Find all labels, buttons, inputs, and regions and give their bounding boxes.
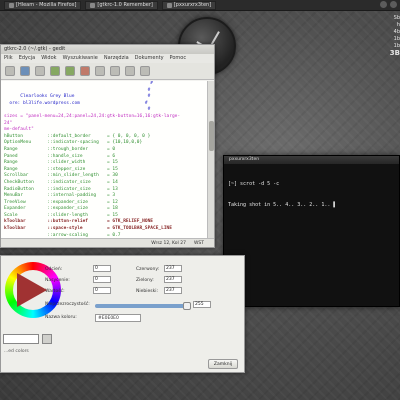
volume-icon[interactable] <box>390 1 397 8</box>
hue-spin[interactable]: 0 <box>93 265 111 272</box>
current-color-swatch <box>3 334 39 344</box>
monitor-line: 1b <box>393 36 400 42</box>
monitor-line: 4b <box>393 29 400 35</box>
top-panel: [Hleam - Mozilla Firefox] [gtkrc-1.0 Rem… <box>0 0 400 11</box>
menu-edit[interactable]: Edycja <box>19 54 36 63</box>
insert-mode: WST <box>193 241 204 246</box>
opacity-slider-knob[interactable] <box>183 302 191 310</box>
color-name-input[interactable]: #E0E0E0 <box>95 314 141 322</box>
blue-label: Niebieski: <box>136 289 158 294</box>
terminal-line: Taking shot in 5.. 4.. 3.. 2.. 1.. ▌ <box>228 202 337 208</box>
green-label: Zielony: <box>136 278 154 283</box>
hue-label: Odcień: <box>45 267 63 272</box>
new-file-button[interactable] <box>5 66 15 76</box>
code-line: Expander ::expander_size = 18 <box>4 206 118 212</box>
terminal-output[interactable]: [~] scrot -d 5 -c Taking shot in 5.. 4..… <box>224 164 399 226</box>
menu-help[interactable]: Pomoc <box>170 54 187 63</box>
code-line: Clearlooks Grey Blue # <box>4 94 151 100</box>
custom-colors-label: ...ed colors <box>4 349 29 354</box>
code-line: Range ::slider_width = 15 <box>4 160 118 166</box>
paste-button[interactable] <box>110 66 120 76</box>
network-icon[interactable] <box>380 1 387 8</box>
toolbar <box>1 63 214 80</box>
value-label: Wartość: <box>45 289 65 294</box>
code-line: me-default" <box>4 127 34 133</box>
statusbar: Wrsz 12, Kol 27 WST <box>1 238 214 247</box>
terminal-window[interactable]: pxxurxrx3ten [~] scrot -d 5 -c Taking sh… <box>223 155 400 307</box>
taskbar-label: [gtkrc-1.0 Remember] <box>97 2 153 8</box>
close-button[interactable]: Zamknij <box>208 359 238 369</box>
green-spin[interactable]: 237 <box>164 276 182 283</box>
opacity-slider[interactable] <box>95 302 191 310</box>
undo-button[interactable] <box>50 66 60 76</box>
saturation-label: Nasycenie: <box>45 278 70 283</box>
code-line: Range ::trough_border = 0 <box>4 146 116 152</box>
opacity-spin[interactable]: 255 <box>193 301 211 308</box>
taskbar-item-firefox[interactable]: [Hleam - Mozilla Firefox] <box>4 0 82 10</box>
code-line: # <box>4 107 151 113</box>
red-spin[interactable]: 237 <box>164 265 182 272</box>
menu-view[interactable]: Widok <box>41 54 56 63</box>
taskbar-item-terminal[interactable]: [pxxurxrx3ten] <box>161 0 217 10</box>
code-line: MenuBar ::internal-padding = 3 <box>4 193 116 199</box>
menu-tools[interactable]: Narzędzia <box>104 54 129 63</box>
monitor-total: 3B <box>389 49 400 57</box>
gedit-window: gtkrc-2.0 (~/.gtk) - gedit Plik Edycja W… <box>0 44 215 248</box>
value-spin[interactable]: 0 <box>93 287 111 294</box>
code-line: # <box>4 81 154 86</box>
taskbar-label: [Hleam - Mozilla Firefox] <box>16 2 77 8</box>
window-title[interactable]: gtkrc-2.0 (~/.gtk) - gedit <box>1 45 214 54</box>
copy-button[interactable] <box>95 66 105 76</box>
taskbar-item-gedit[interactable]: [gtkrc-1.0 Remember] <box>85 0 158 10</box>
monitor-line: Sb <box>393 15 400 21</box>
code-editor[interactable]: # # Clearlooks Grey Blue # ore: bl3life.… <box>1 81 209 239</box>
terminal-icon <box>166 2 172 8</box>
tray <box>380 1 397 8</box>
color-name-label: Nazwa koloru: <box>45 315 77 320</box>
menu-file[interactable]: Plik <box>4 54 13 63</box>
saturation-value-triangle[interactable] <box>17 273 47 307</box>
menu-documents[interactable]: Dokumenty <box>135 54 164 63</box>
replace-button[interactable] <box>140 66 150 76</box>
editor-scrollbar[interactable] <box>207 81 214 239</box>
code-line: sizes = "panel-menu=24,24:panel=24,24:gt… <box>4 113 181 119</box>
firefox-icon <box>9 2 14 8</box>
saturation-spin[interactable]: 0 <box>93 276 111 283</box>
cursor-position: Wrsz 12, Kol 27 <box>151 241 186 246</box>
taskbar-label: [pxxurxrx3ten] <box>173 2 212 8</box>
red-label: Czerwony: <box>136 267 160 272</box>
menubar: Plik Edycja Widok Wyszukiwanie Narzędzia… <box>1 54 214 63</box>
code-line: Scrollbar ::min_slider_length = 30 <box>4 173 118 179</box>
save-button[interactable] <box>20 66 30 76</box>
blue-spin[interactable]: 237 <box>164 287 182 294</box>
opacity-label: Nieprzezroczystość: <box>45 302 90 307</box>
print-button[interactable] <box>35 66 45 76</box>
search-button[interactable] <box>125 66 135 76</box>
menu-search[interactable]: Wyszukiwanie <box>63 54 98 63</box>
code-line: 24" <box>4 120 13 126</box>
cut-button[interactable] <box>80 66 90 76</box>
terminal-line: [~] scrot -d 5 -c <box>228 181 280 187</box>
code-line: OptionMenu ::indicator-spacing = {10,10,… <box>4 140 143 146</box>
code-line: kToolbar ::space-style = GTK_TOOLBAR_SPA… <box>4 226 172 232</box>
monitor-line: h <box>396 22 400 28</box>
terminal-title[interactable]: pxxurxrx3ten <box>224 156 399 164</box>
document-icon <box>90 2 96 8</box>
current-color-row <box>3 334 52 344</box>
code-line: CheckButton ::indicator_size = 14 <box>4 179 118 185</box>
redo-button[interactable] <box>65 66 75 76</box>
system-monitor-widget: Sb h 4b 1b 1b 3B <box>368 15 400 57</box>
color-chooser-dialog: Odcień: 0 Nasycenie: 0 Wartość: 0 Czerwo… <box>0 255 245 373</box>
scrollbar-thumb[interactable] <box>209 121 214 151</box>
eyedropper-icon[interactable] <box>42 334 52 344</box>
